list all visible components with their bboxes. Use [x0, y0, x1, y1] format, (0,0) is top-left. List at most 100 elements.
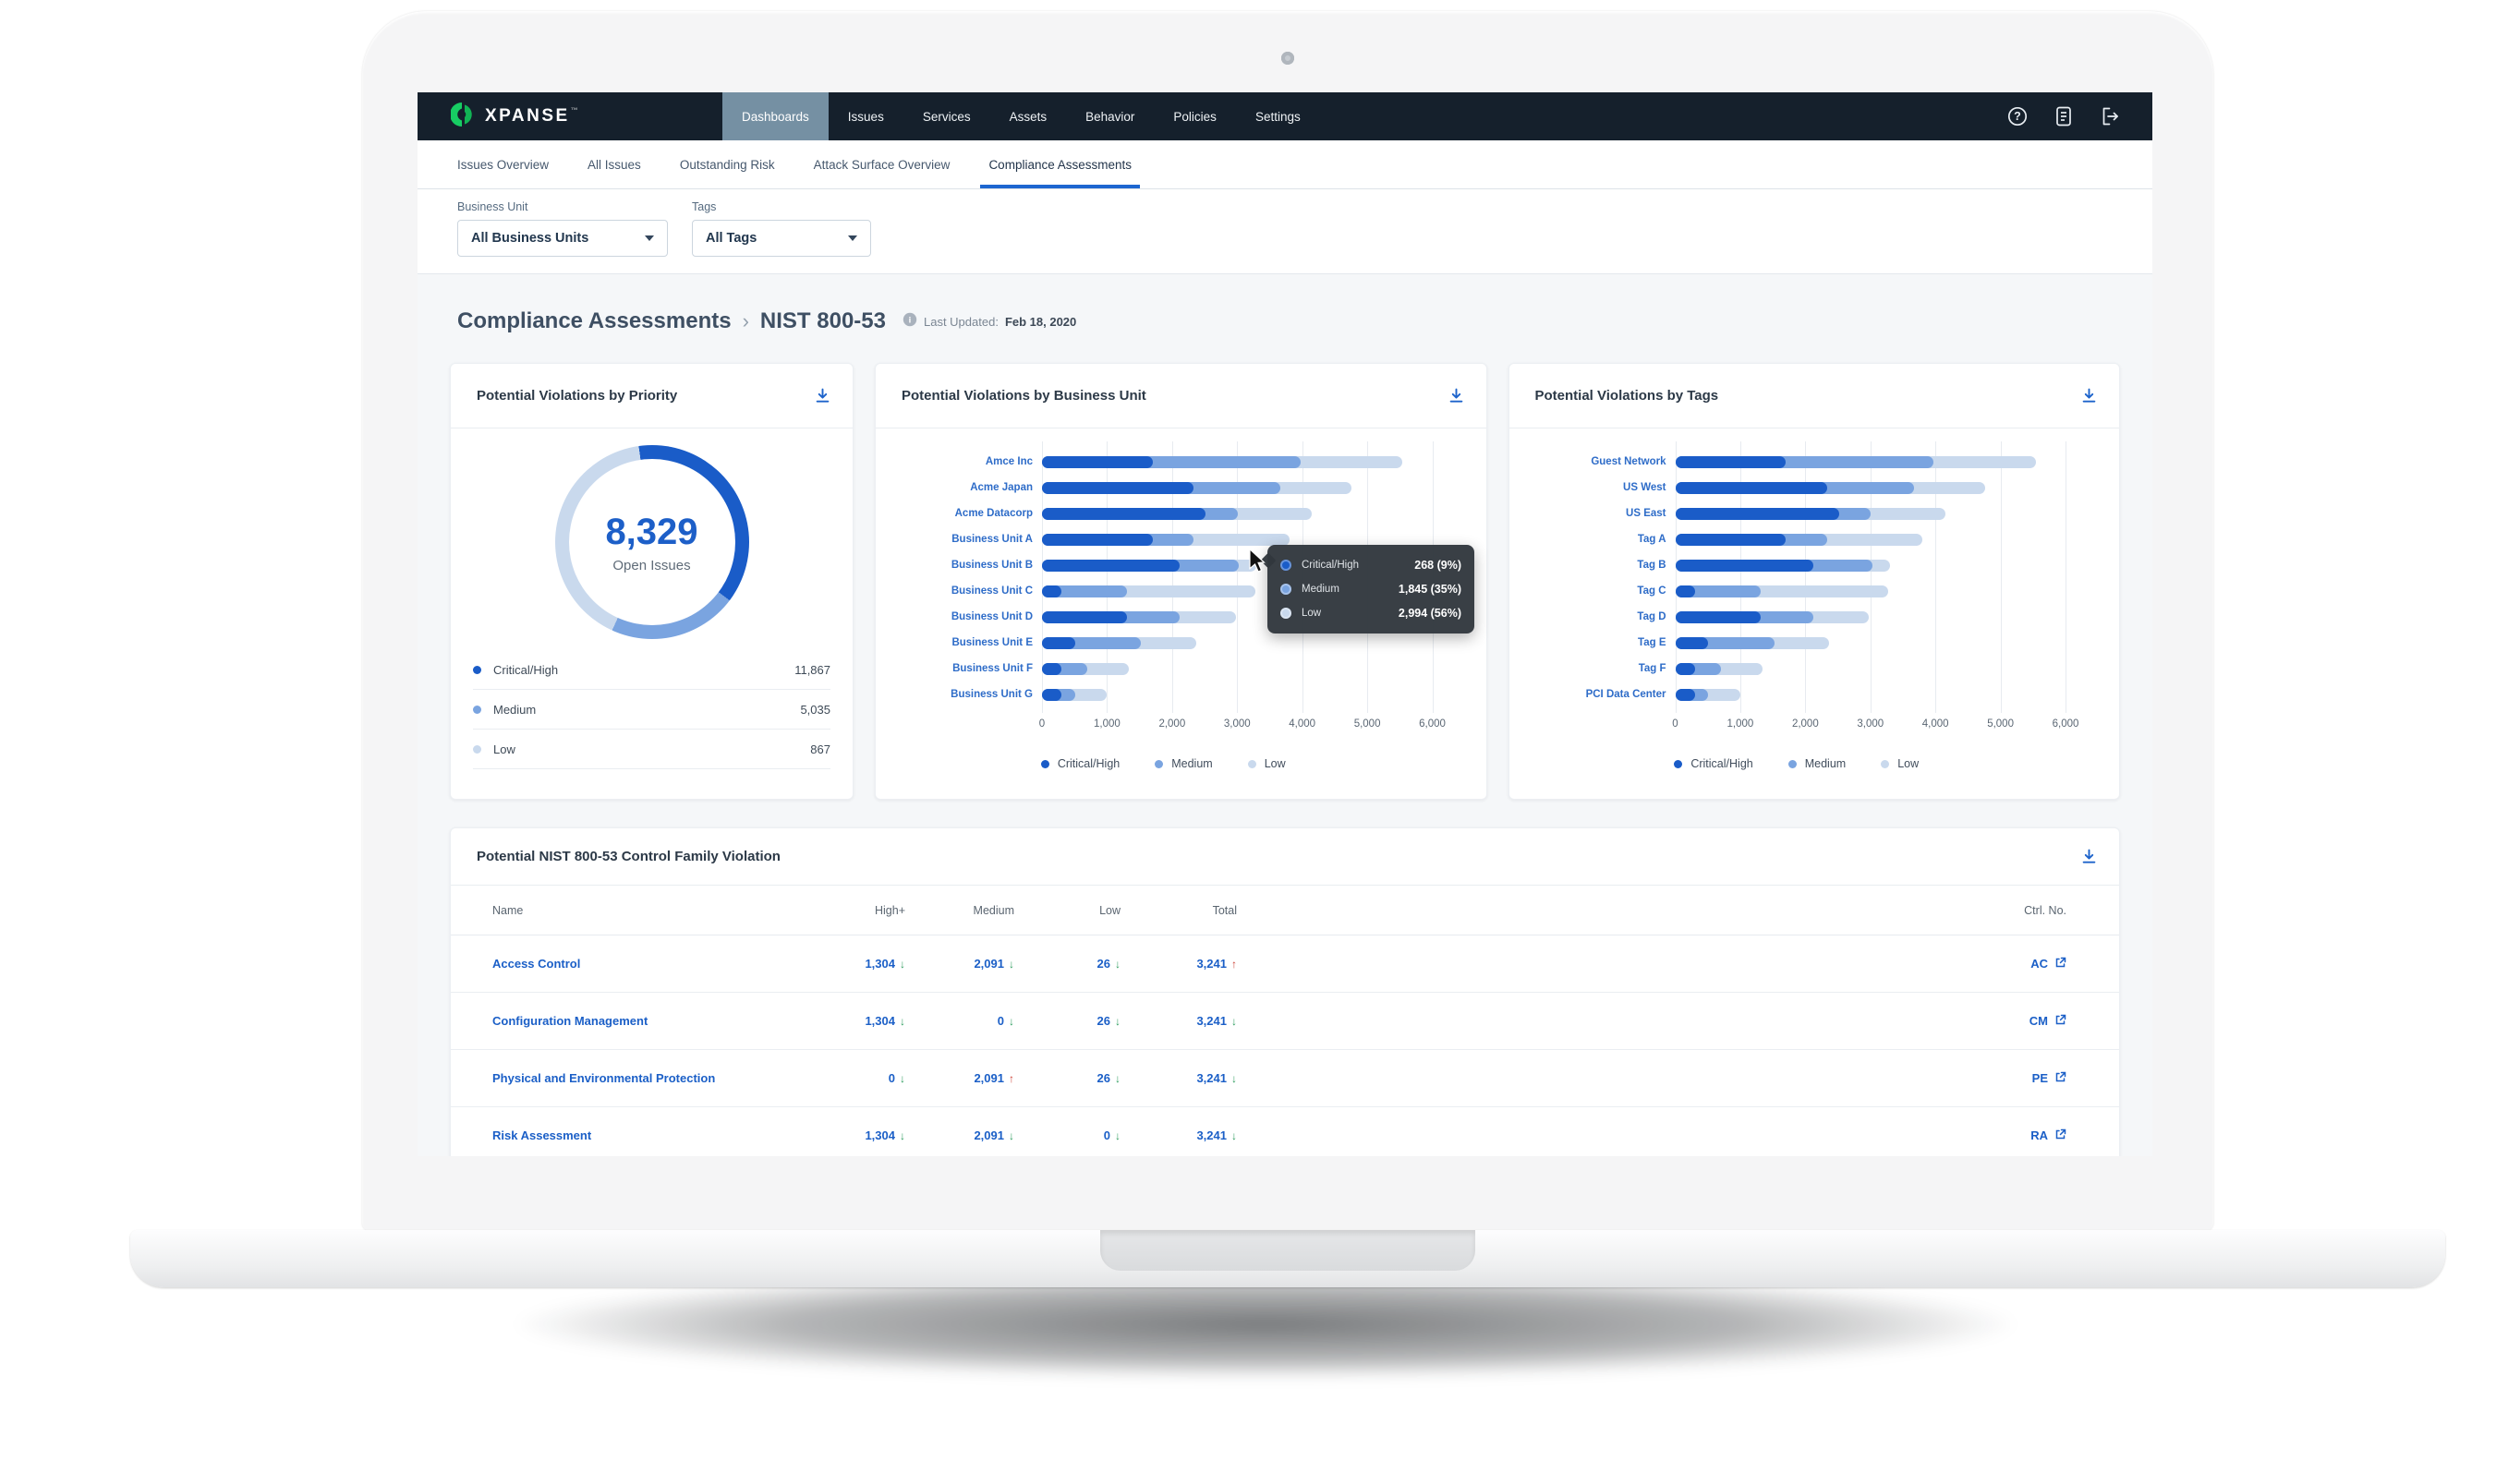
bar-segment-critical-high[interactable]	[1676, 508, 1839, 520]
release-notes-icon[interactable]	[2054, 105, 2074, 127]
bar-category-label[interactable]: Tag E	[1528, 637, 1676, 648]
bar-segment-critical-high[interactable]	[1042, 689, 1061, 701]
nav-item-services[interactable]: Services	[903, 92, 990, 140]
bar-category-label[interactable]: Business Unit A	[894, 534, 1042, 545]
nav-item-settings[interactable]: Settings	[1236, 92, 1320, 140]
bar-segment-critical-high[interactable]	[1676, 637, 1709, 649]
bar-category-label[interactable]: Tag C	[1528, 585, 1676, 597]
nav-item-assets[interactable]: Assets	[990, 92, 1067, 140]
bar-category-label[interactable]: Tag F	[1528, 663, 1676, 674]
bar-segment-critical-high[interactable]	[1676, 585, 1695, 597]
tab-compliance-assessments[interactable]: Compliance Assessments	[969, 140, 1151, 188]
cell-medium: 0↓	[905, 1014, 1014, 1028]
bar-segment-critical-high[interactable]	[1042, 508, 1205, 520]
bar-segment-critical-high[interactable]	[1676, 560, 1813, 572]
breadcrumb-parent[interactable]: Compliance Assessments	[457, 308, 732, 334]
business-unit-select[interactable]: All Business Units	[457, 220, 668, 257]
legend-value: 5,035	[800, 703, 830, 717]
bar-segment-critical-high[interactable]	[1676, 534, 1787, 546]
ctrl-no-link[interactable]: PE	[1960, 1071, 2066, 1086]
donut-chart[interactable]: 8,329 Open Issues	[555, 445, 749, 639]
bar-segment-critical-high[interactable]	[1042, 663, 1061, 675]
bar-category-label[interactable]: Acme Datacorp	[894, 508, 1042, 519]
legend-dot-medium	[1788, 760, 1797, 768]
download-icon[interactable]	[815, 388, 830, 404]
bar-category-label[interactable]: Tag D	[1528, 611, 1676, 622]
bar-row-us-west: US West	[1528, 475, 2066, 501]
cell-total: 3,241↓	[1121, 1128, 1237, 1142]
ctrl-no-link[interactable]: AC	[1960, 957, 2066, 971]
control-family-link[interactable]: Physical and Environmental Protection	[492, 1071, 769, 1085]
download-icon[interactable]	[2081, 388, 2097, 404]
ctrl-no-link[interactable]: RA	[1960, 1128, 2066, 1143]
download-icon[interactable]	[2081, 849, 2097, 864]
laptop-shadow	[176, 1274, 2356, 1441]
bar-track	[1042, 456, 1433, 468]
tooltip-row-low: Low2,994 (56%)	[1280, 601, 1461, 625]
bar-track	[1042, 689, 1433, 701]
legend-item-critical-high: Critical/High	[1041, 757, 1120, 770]
trend-up-icon: ↑	[1231, 958, 1237, 971]
bar-category-label[interactable]: Business Unit E	[894, 637, 1042, 648]
control-family-link[interactable]: Access Control	[492, 957, 769, 971]
bar-track	[1676, 508, 2066, 520]
help-icon[interactable]: ?	[2006, 105, 2029, 127]
cell-medium: 2,091↑	[905, 1071, 1014, 1085]
ctrl-no-link[interactable]: CM	[1960, 1014, 2066, 1029]
bar-segment-critical-high[interactable]	[1676, 689, 1695, 701]
bar-category-label[interactable]: Acme Japan	[894, 482, 1042, 493]
card-control-family-table: Potential NIST 800-53 Control Family Vio…	[450, 827, 2120, 1156]
nav-item-dashboards[interactable]: Dashboards	[722, 92, 829, 140]
bar-category-label[interactable]: Amce Inc	[894, 456, 1042, 467]
bar-track	[1676, 585, 2066, 597]
bar-category-label[interactable]: Tag B	[1528, 560, 1676, 571]
bar-segment-critical-high[interactable]	[1676, 456, 1787, 468]
tooltip-row-medium: Medium1,845 (35%)	[1280, 577, 1461, 601]
bar-segment-critical-high[interactable]	[1042, 560, 1180, 572]
tags-select[interactable]: All Tags	[692, 220, 871, 257]
bar-segment-critical-high[interactable]	[1042, 585, 1061, 597]
bar-segment-critical-high[interactable]	[1676, 663, 1695, 675]
brand-logo[interactable]: XPANSE™	[418, 92, 722, 140]
tags-bar-chart[interactable]: Guest Network US West US East Tag A Tag B Tag…	[1509, 428, 2120, 770]
nav-item-behavior[interactable]: Behavior	[1066, 92, 1154, 140]
bar-category-label[interactable]: Guest Network	[1528, 456, 1676, 467]
x-axis-tick: 3,000	[1857, 718, 1884, 730]
bar-category-label[interactable]: US East	[1528, 508, 1676, 519]
nav-item-issues[interactable]: Issues	[829, 92, 903, 140]
legend-item-low: Low	[1248, 757, 1286, 770]
bar-segment-critical-high[interactable]	[1042, 534, 1153, 546]
tab-all-issues[interactable]: All Issues	[568, 140, 660, 188]
bar-segment-critical-high[interactable]	[1042, 611, 1127, 623]
bar-category-label[interactable]: Tag A	[1528, 534, 1676, 545]
download-icon[interactable]	[1448, 388, 1464, 404]
logout-icon[interactable]	[2099, 105, 2121, 127]
bar-segment-critical-high[interactable]	[1042, 482, 1193, 494]
cell-low: 26↓	[1014, 957, 1121, 971]
bar-segment-critical-high[interactable]	[1042, 456, 1153, 468]
bar-category-label[interactable]: PCI Data Center	[1528, 689, 1676, 700]
table-title: Potential NIST 800-53 Control Family Vio…	[477, 849, 781, 864]
bar-category-label[interactable]: Business Unit F	[894, 663, 1042, 674]
cell-medium: 2,091↓	[905, 1128, 1014, 1142]
tab-outstanding-risk[interactable]: Outstanding Risk	[660, 140, 794, 188]
legend-dot-low	[1248, 760, 1256, 768]
bar-category-label[interactable]: Business Unit C	[894, 585, 1042, 597]
legend-dot-medium	[473, 706, 481, 714]
open-issues-count: 8,329	[605, 512, 697, 553]
control-family-link[interactable]: Configuration Management	[492, 1014, 769, 1028]
legend-label: Low	[1897, 757, 1919, 770]
bar-segment-critical-high[interactable]	[1676, 482, 1827, 494]
bar-row-business-unit-g: Business Unit G	[894, 682, 1433, 707]
tab-issues-overview[interactable]: Issues Overview	[438, 140, 568, 188]
nav-item-policies[interactable]: Policies	[1154, 92, 1236, 140]
bar-category-label[interactable]: US West	[1528, 482, 1676, 493]
bar-segment-critical-high[interactable]	[1676, 611, 1761, 623]
x-axis-tick: 3,000	[1224, 718, 1251, 730]
bar-category-label[interactable]: Business Unit G	[894, 689, 1042, 700]
tab-attack-surface-overview[interactable]: Attack Surface Overview	[794, 140, 970, 188]
bar-segment-critical-high[interactable]	[1042, 637, 1075, 649]
bar-category-label[interactable]: Business Unit B	[894, 560, 1042, 571]
bar-category-label[interactable]: Business Unit D	[894, 611, 1042, 622]
control-family-link[interactable]: Risk Assessment	[492, 1128, 769, 1142]
